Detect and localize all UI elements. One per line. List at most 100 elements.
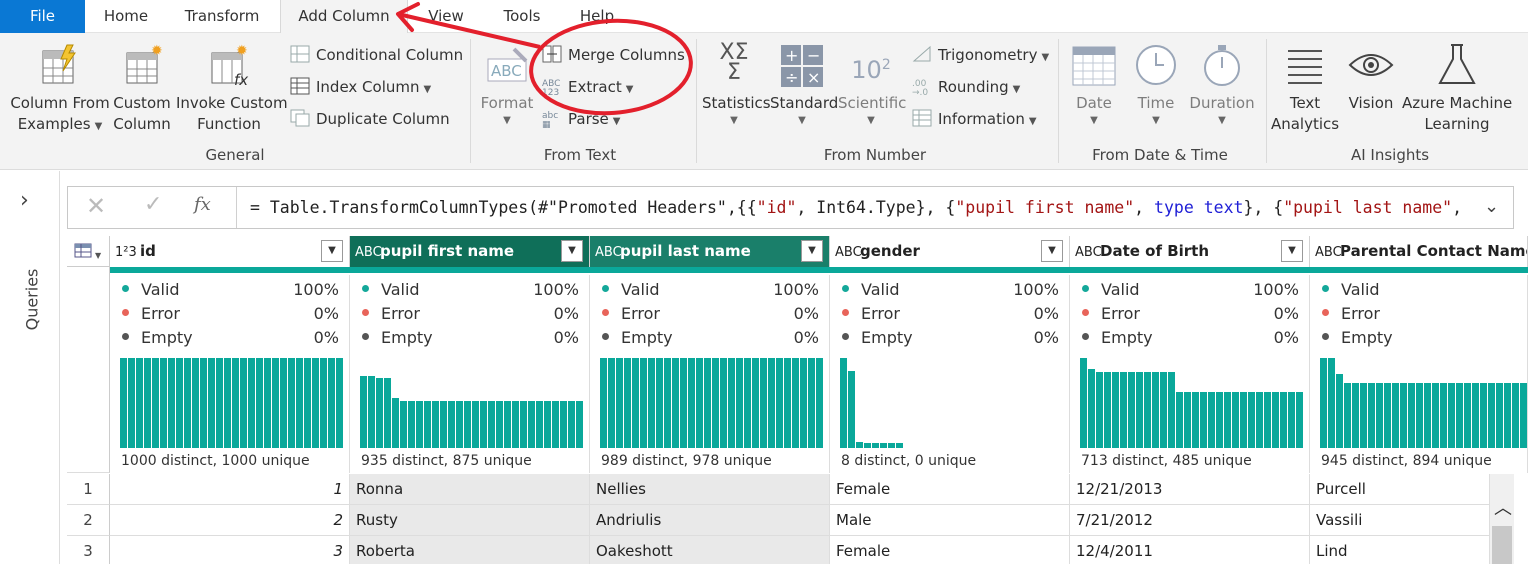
histogram-bar[interactable] [1192, 392, 1199, 448]
histogram-bar[interactable] [1264, 392, 1271, 448]
histogram-bar[interactable] [1384, 383, 1391, 448]
histogram-bar[interactable] [1512, 383, 1519, 448]
histogram-bar[interactable] [464, 401, 471, 448]
histogram-bar[interactable] [1480, 383, 1487, 448]
histogram-bar[interactable] [288, 358, 295, 448]
value-distribution-histogram[interactable] [1080, 358, 1310, 448]
filter-dropdown-icon[interactable]: ▼ [801, 240, 823, 262]
histogram-bar[interactable] [1360, 383, 1367, 448]
histogram-bar[interactable] [744, 358, 751, 448]
histogram-bar[interactable] [624, 358, 631, 448]
row-number[interactable]: 2 [67, 505, 110, 536]
histogram-bar[interactable] [792, 358, 799, 448]
histogram-bar[interactable] [152, 358, 159, 448]
histogram-bar[interactable] [1400, 383, 1407, 448]
histogram-bar[interactable] [328, 358, 335, 448]
histogram-bar[interactable] [1464, 383, 1471, 448]
column-type-icon[interactable]: ABC [1310, 238, 1342, 267]
table-cell[interactable]: Roberta [350, 536, 590, 564]
histogram-bar[interactable] [1184, 392, 1191, 448]
histogram-bar[interactable] [640, 358, 647, 448]
histogram-bar[interactable] [1168, 372, 1175, 448]
text-analytics-button[interactable]: Text Analytics [1270, 43, 1340, 135]
histogram-bar[interactable] [136, 358, 143, 448]
value-distribution-histogram[interactable] [600, 358, 830, 448]
table-cell[interactable]: 2 [110, 505, 350, 536]
table-cell[interactable]: Female [830, 536, 1070, 564]
histogram-bar[interactable] [848, 370, 855, 448]
histogram-bar[interactable] [1448, 383, 1455, 448]
histogram-bar[interactable] [504, 401, 511, 448]
histogram-bar[interactable] [1328, 358, 1335, 448]
table-cell[interactable]: Female [830, 474, 1070, 505]
histogram-bar[interactable] [568, 401, 575, 448]
histogram-bar[interactable] [168, 358, 175, 448]
table-cell[interactable]: Nellies [590, 474, 830, 505]
formula-input[interactable]: = Table.TransformColumnTypes(#"Promoted … [250, 198, 1462, 217]
histogram-bar[interactable] [776, 358, 783, 448]
custom-column-button[interactable]: ✹ Custom Column [112, 43, 172, 135]
histogram-bar[interactable] [176, 358, 183, 448]
histogram-bar[interactable] [688, 358, 695, 448]
filter-dropdown-icon[interactable]: ▼ [1281, 240, 1303, 262]
statistics-button[interactable]: XΣ Σ Statistics ▼ [702, 42, 771, 128]
invoke-custom-function-button[interactable]: fx ✹ Invoke Custom Function [176, 43, 288, 135]
histogram-bar[interactable] [120, 358, 127, 448]
histogram-bar[interactable] [864, 442, 871, 448]
table-cell[interactable]: 7/21/2012 [1070, 505, 1310, 536]
row-number[interactable]: 1 [67, 474, 110, 505]
table-cell[interactable]: 3 [110, 536, 350, 564]
histogram-bar[interactable] [280, 358, 287, 448]
histogram-bar[interactable] [376, 377, 383, 448]
histogram-bar[interactable] [616, 358, 623, 448]
histogram-bar[interactable] [1216, 392, 1223, 448]
histogram-bar[interactable] [336, 358, 343, 448]
filter-dropdown-icon[interactable]: ▼ [561, 240, 583, 262]
rounding-button[interactable]: .00 →.0 Rounding ▼ [912, 75, 1020, 99]
scientific-button[interactable]: 102 Scientific ▼ [838, 43, 906, 128]
histogram-bar[interactable] [488, 401, 495, 448]
scroll-up-chevron-icon[interactable]: ︿ [1494, 494, 1512, 520]
histogram-bar[interactable] [296, 358, 303, 448]
histogram-bar[interactable] [1248, 392, 1255, 448]
column-header[interactable]: ABCDate of Birth ▼ [1070, 236, 1310, 267]
column-type-icon[interactable]: ABC [830, 238, 862, 267]
filter-dropdown-icon[interactable]: ▼ [321, 240, 343, 262]
histogram-bar[interactable] [880, 442, 887, 448]
tab-add-column[interactable]: Add Column [280, 0, 408, 34]
histogram-bar[interactable] [480, 401, 487, 448]
histogram-bar[interactable] [800, 358, 807, 448]
histogram-bar[interactable] [1088, 368, 1095, 448]
histogram-bar[interactable] [1392, 383, 1399, 448]
information-button[interactable]: Information ▼ [912, 107, 1037, 131]
histogram-bar[interactable] [1336, 374, 1343, 448]
histogram-bar[interactable] [1368, 383, 1375, 448]
chevron-right-icon[interactable]: › [20, 188, 29, 213]
histogram-bar[interactable] [840, 358, 847, 448]
table-cell[interactable]: Andriulis [590, 505, 830, 536]
histogram-bar[interactable] [1352, 383, 1359, 448]
histogram-bar[interactable] [752, 358, 759, 448]
histogram-bar[interactable] [672, 358, 679, 448]
column-type-icon[interactable]: ABC [350, 238, 382, 267]
histogram-bar[interactable] [1152, 372, 1159, 448]
histogram-bar[interactable] [1488, 383, 1495, 448]
column-header[interactable]: ABCParental Contact Name [1310, 236, 1528, 267]
histogram-bar[interactable] [1496, 383, 1503, 448]
filter-dropdown-icon[interactable]: ▼ [1041, 240, 1063, 262]
histogram-bar[interactable] [712, 358, 719, 448]
standard-button[interactable]: + − ÷ × Standard ▼ [770, 43, 838, 128]
histogram-bar[interactable] [1408, 383, 1415, 448]
histogram-bar[interactable] [128, 358, 135, 448]
histogram-bar[interactable] [1240, 392, 1247, 448]
histogram-bar[interactable] [224, 358, 231, 448]
histogram-bar[interactable] [760, 358, 767, 448]
histogram-bar[interactable] [1128, 372, 1135, 448]
histogram-bar[interactable] [544, 401, 551, 448]
histogram-bar[interactable] [1096, 372, 1103, 448]
histogram-bar[interactable] [1200, 392, 1207, 448]
histogram-bar[interactable] [648, 358, 655, 448]
histogram-bar[interactable] [1424, 383, 1431, 448]
table-cell[interactable]: Lind [1310, 536, 1490, 564]
histogram-bar[interactable] [368, 376, 375, 448]
